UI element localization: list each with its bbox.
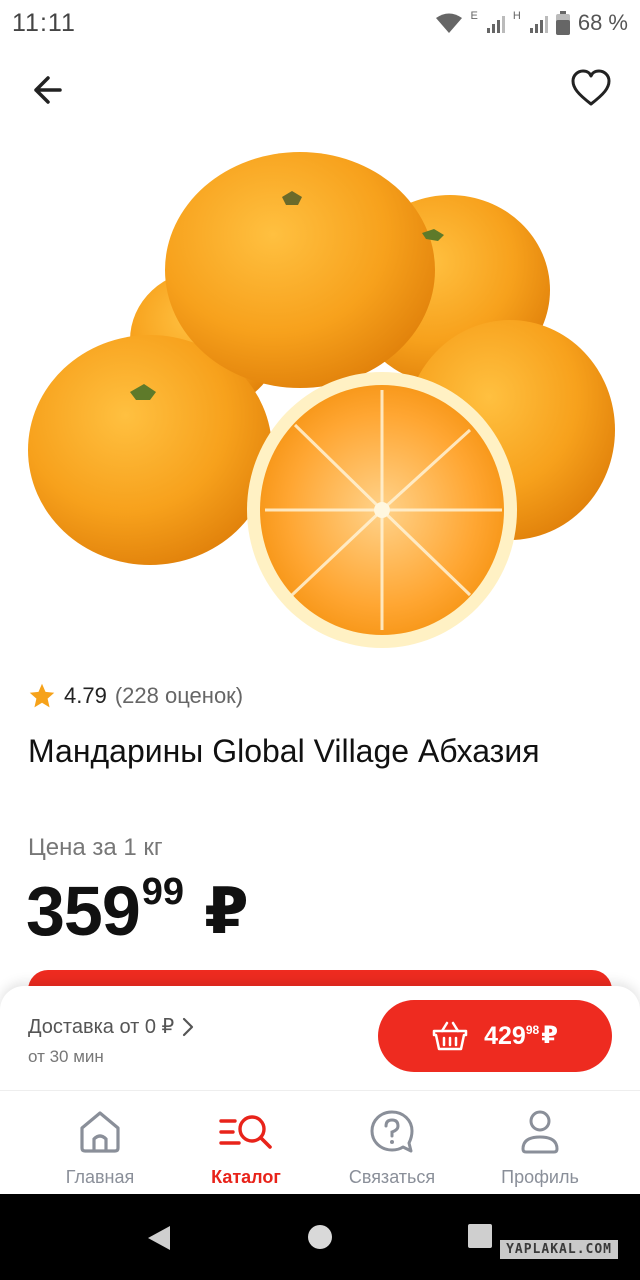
network-type-1: E xyxy=(470,10,478,22)
bottom-tab-bar: Главная Каталог Связаться Профиль xyxy=(0,1090,640,1194)
tab-home-label: Главная xyxy=(65,1167,135,1187)
system-recents-icon[interactable] xyxy=(468,1224,492,1248)
network-type-2: H xyxy=(512,10,521,22)
tab-profile-label: Профиль xyxy=(501,1167,579,1187)
product-rating[interactable]: 4.79 (228 оценок) xyxy=(28,682,243,710)
tab-catalog[interactable]: Каталог xyxy=(182,1109,310,1188)
product-image[interactable] xyxy=(20,140,620,660)
star-icon xyxy=(29,683,55,708)
delivery-text: Доставка от 0 ₽ xyxy=(28,1016,175,1038)
chevron-right-icon xyxy=(183,1017,194,1036)
watermark: YAPLAKAL.COM xyxy=(500,1240,618,1259)
help-chat-icon xyxy=(370,1110,414,1153)
back-button[interactable] xyxy=(30,70,76,110)
tab-profile[interactable]: Профиль xyxy=(476,1109,604,1188)
tab-contact[interactable]: Связаться xyxy=(328,1109,456,1188)
cart-currency: ₽ xyxy=(541,1022,558,1049)
system-home-icon[interactable] xyxy=(308,1225,332,1249)
rating-value: 4.79 xyxy=(64,683,107,708)
signal-icon-2 xyxy=(529,13,548,33)
status-time: 11:11 xyxy=(12,8,76,37)
tab-catalog-label: Каталог xyxy=(211,1167,281,1187)
rating-count: (228 оценок) xyxy=(114,683,244,708)
signal-icon-1 xyxy=(486,13,505,33)
cart-fraction: 98 xyxy=(525,1023,540,1037)
system-back-icon[interactable] xyxy=(146,1224,172,1252)
delivery-bar: Доставка от 0 ₽ от 30 мин 429 98 ₽ xyxy=(0,986,640,1090)
cart-total: 429 98 ₽ xyxy=(484,1021,558,1051)
price-currency: ₽ xyxy=(204,875,249,947)
price-caption: Цена за 1 кг xyxy=(28,834,163,861)
mandarins-photo xyxy=(28,152,615,648)
delivery-time: от 30 мин xyxy=(28,1047,104,1066)
arrow-left-icon xyxy=(34,76,62,104)
status-bar: 11:11 E H 68 % xyxy=(0,0,640,46)
product-price: 359 99 ₽ xyxy=(26,866,249,956)
catalog-search-icon xyxy=(219,1115,272,1149)
favorite-button[interactable] xyxy=(570,68,612,110)
top-navigation xyxy=(0,56,640,122)
battery-icon xyxy=(555,11,570,35)
tab-home[interactable]: Главная xyxy=(36,1109,164,1188)
home-icon xyxy=(80,1111,120,1153)
basket-icon xyxy=(432,1021,468,1051)
delivery-info[interactable]: Доставка от 0 ₽ от 30 мин xyxy=(28,1014,194,1067)
heart-outline-icon xyxy=(571,69,611,106)
cart-integer: 429 xyxy=(484,1022,526,1050)
price-integer: 359 xyxy=(26,872,141,950)
tab-contact-label: Связаться xyxy=(348,1167,436,1187)
battery-percent: 68 % xyxy=(577,10,628,35)
status-icons: E H 68 % xyxy=(435,10,628,36)
profile-icon xyxy=(521,1110,559,1154)
product-title: Мандарины Global Village Абхазия xyxy=(28,733,540,769)
cart-button[interactable]: 429 98 ₽ xyxy=(378,1000,612,1072)
wifi-icon xyxy=(435,13,462,33)
price-fraction: 99 xyxy=(141,871,185,913)
system-navigation-bar: YAPLAKAL.COM xyxy=(0,1194,640,1280)
